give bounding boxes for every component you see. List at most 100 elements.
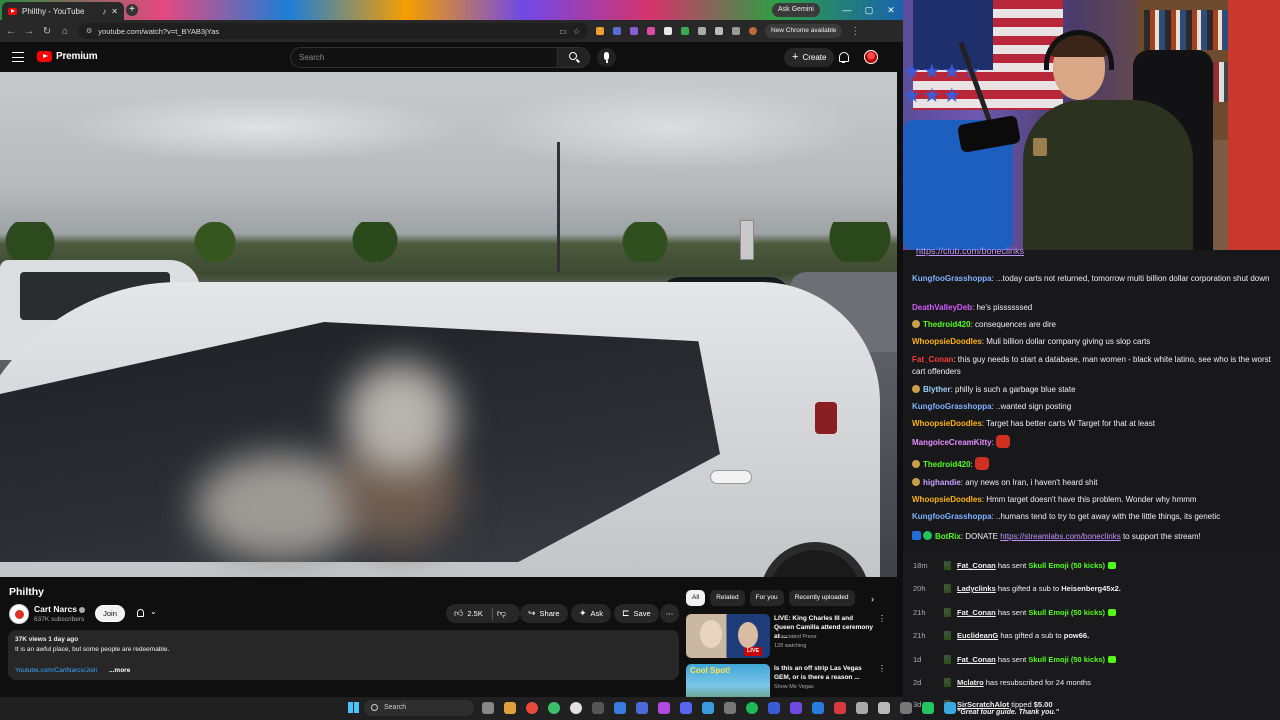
extension-icon[interactable] — [698, 27, 706, 35]
notifications-bell-icon[interactable] — [838, 51, 849, 63]
show-more-link[interactable]: ...more — [109, 667, 130, 674]
channel-avatar[interactable] — [9, 604, 29, 624]
more-vertical-icon[interactable]: ⋮ — [878, 614, 886, 623]
chrome-canary-icon[interactable] — [548, 702, 560, 714]
related-video[interactable]: LIVE LIVE: King Charles III and Queen Ca… — [686, 614, 886, 658]
app-icon[interactable] — [900, 702, 912, 714]
chrome-menu-icon[interactable]: ⋮ — [850, 26, 860, 37]
chat-username[interactable]: MangoIceCreamKitty — [912, 438, 992, 447]
taskbar-search[interactable]: Search — [364, 700, 474, 716]
sidepanel-icon[interactable] — [732, 27, 740, 35]
extension-icon[interactable] — [681, 27, 689, 35]
account-avatar[interactable] — [864, 50, 878, 64]
related-video-channel[interactable]: Associated Press — [774, 634, 817, 640]
discord-icon[interactable] — [680, 702, 692, 714]
chrome-icon[interactable] — [526, 702, 538, 714]
event-user[interactable]: Fat_Conan — [957, 608, 996, 617]
minimize-icon[interactable]: — — [840, 3, 854, 17]
app-icon[interactable] — [834, 702, 846, 714]
chat-username[interactable]: KungfooGrasshoppa — [912, 402, 992, 411]
more-actions-button[interactable]: ⋯ — [660, 604, 679, 623]
app-icon[interactable] — [592, 702, 604, 714]
description-link[interactable]: Youtube.com/CartNarcs/Join — [15, 667, 98, 674]
tab-close-icon[interactable]: ✕ — [111, 7, 118, 16]
chat-username[interactable]: Thedroid420 — [923, 460, 971, 469]
video-player[interactable] — [0, 72, 897, 577]
chat-username[interactable]: highandie — [923, 478, 961, 487]
chip-for-you[interactable]: For you — [749, 590, 784, 606]
chat-username[interactable]: BotRix — [935, 532, 961, 541]
chat-username[interactable]: Fat_Conan — [912, 355, 953, 364]
chat-username[interactable]: KungfooGrasshoppa — [912, 512, 992, 521]
spotify-icon[interactable] — [746, 702, 758, 714]
related-video-title[interactable]: Is this an off strip Las Vegas GEM, or i… — [774, 664, 874, 682]
chat-username[interactable]: KungfooGrasshoppa — [912, 274, 992, 283]
app-icon[interactable] — [922, 702, 934, 714]
thumbs-up-icon[interactable]: 👍︎ — [454, 608, 463, 619]
obs-icon[interactable] — [570, 702, 582, 714]
related-video-channel[interactable]: Show Me Vegas — [774, 684, 814, 690]
subscribe-notification-button[interactable]: ⌄ — [132, 605, 162, 622]
chat-username[interactable]: WhoopsieDoodles — [912, 337, 982, 346]
url-field[interactable]: ⚙ youtube.com/watch?v=t_BYAB3jYas ▭ ☆ — [78, 23, 588, 39]
description-box[interactable]: 37K views 1 day ago It is an awful place… — [8, 630, 679, 680]
ask-button[interactable]: ✦ Ask — [571, 604, 612, 623]
search-button[interactable] — [558, 47, 590, 68]
related-video[interactable]: Is this an off strip Las Vegas GEM, or i… — [686, 664, 886, 697]
app-icon[interactable] — [878, 702, 890, 714]
app-icon[interactable] — [812, 702, 824, 714]
chip-recently-uploaded[interactable]: Recently uploaded — [788, 590, 855, 606]
chat-username[interactable]: DeathValleyDeb — [912, 303, 972, 312]
chat-username[interactable]: Blyther — [923, 385, 951, 394]
chip-related[interactable]: Related — [710, 590, 745, 606]
bookmark-star-icon[interactable]: ☆ — [573, 27, 580, 36]
voice-search-icon[interactable] — [597, 48, 616, 67]
event-user[interactable]: Ladyclinks — [957, 584, 996, 593]
search-input[interactable] — [290, 47, 558, 68]
app-icon[interactable] — [944, 702, 956, 714]
new-tab-button[interactable]: + — [126, 4, 138, 16]
ask-gemini-button[interactable]: Ask Gemini — [772, 3, 820, 17]
event-user[interactable]: Mclatro — [957, 678, 984, 687]
task-view-icon[interactable] — [482, 702, 494, 714]
app-icon[interactable] — [768, 702, 780, 714]
chevron-right-icon[interactable]: › — [871, 594, 874, 604]
app-icon[interactable] — [724, 702, 736, 714]
chat-username[interactable]: Thedroid420 — [923, 320, 971, 329]
event-user[interactable]: EuclideanG — [957, 631, 998, 640]
event-user[interactable]: Fat_Conan — [957, 561, 996, 570]
chat-username[interactable]: WhoopsieDoodles — [912, 419, 982, 428]
home-icon[interactable]: ⌂ — [60, 26, 70, 37]
cast-icon[interactable]: ▭ — [559, 27, 567, 36]
windows-start-icon[interactable] — [348, 702, 359, 713]
app-icon[interactable] — [614, 702, 626, 714]
event-user[interactable]: Fat_Conan — [957, 655, 996, 664]
chat-username[interactable]: WhoopsieDoodles — [912, 495, 982, 504]
thumbs-down-icon[interactable]: 👎︎ — [497, 608, 506, 619]
app-icon[interactable] — [856, 702, 868, 714]
extension-icon[interactable] — [630, 27, 638, 35]
channel-name[interactable]: Cart Narcs — [34, 604, 85, 614]
maximize-icon[interactable]: ▢ — [862, 3, 876, 17]
steam-icon[interactable] — [636, 702, 648, 714]
youtube-logo[interactable]: Premium — [37, 51, 98, 62]
video-thumbnail[interactable]: LIVE — [686, 614, 770, 658]
like-dislike-button[interactable]: 👍︎ 2.5K 👎︎ — [446, 604, 520, 623]
extension-icon[interactable] — [613, 27, 621, 35]
file-explorer-icon[interactable] — [504, 702, 516, 714]
chip-all[interactable]: All — [686, 590, 706, 606]
share-button[interactable]: ↪ Share — [520, 604, 568, 623]
extension-icon[interactable] — [647, 27, 655, 35]
app-icon[interactable] — [658, 702, 670, 714]
event-user[interactable]: SirScratchAlot — [957, 700, 1009, 709]
extension-icon[interactable] — [596, 27, 604, 35]
more-vertical-icon[interactable]: ⋮ — [878, 664, 886, 673]
bot-link[interactable]: https://streamlabs.com/boneclinks — [1000, 532, 1121, 541]
site-info-icon[interactable]: ⚙ — [86, 27, 92, 35]
extensions-puzzle-icon[interactable] — [715, 27, 723, 35]
video-thumbnail[interactable] — [686, 664, 770, 697]
create-button[interactable]: + Create — [784, 48, 835, 67]
profile-icon[interactable] — [749, 27, 757, 35]
onenote-icon[interactable] — [790, 702, 802, 714]
app-icon[interactable] — [702, 702, 714, 714]
